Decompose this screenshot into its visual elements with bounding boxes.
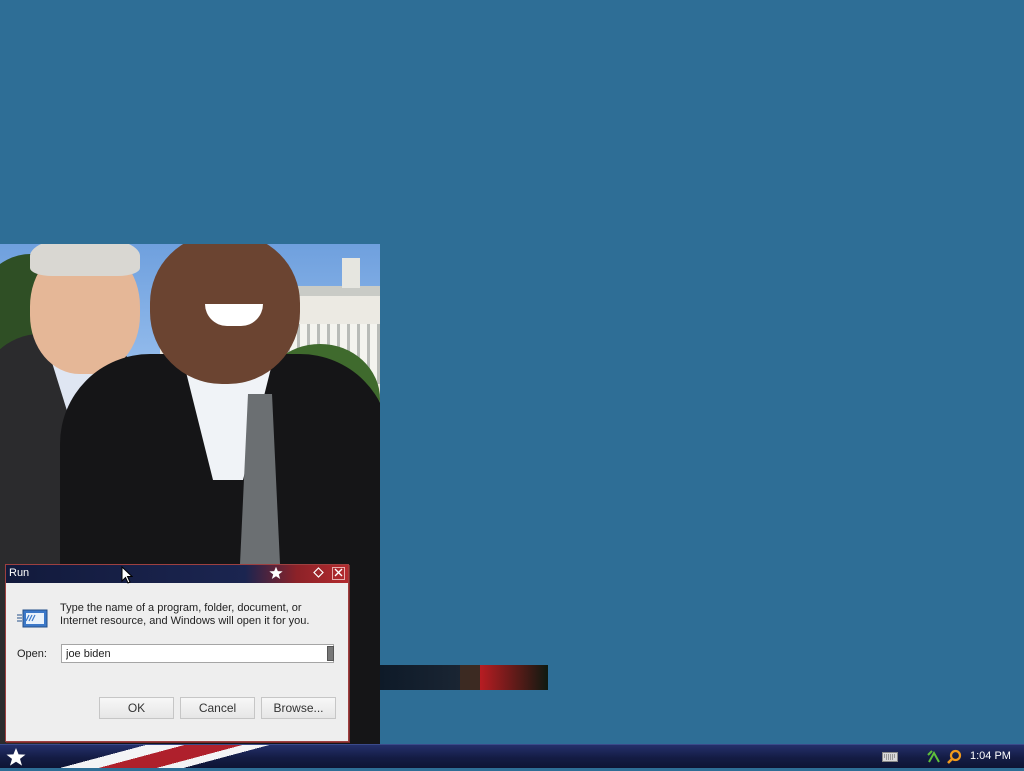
keyboard-icon[interactable]: [882, 752, 898, 762]
clock[interactable]: 1:04 PM: [970, 750, 1011, 762]
diamond-icon: [313, 567, 324, 578]
open-label: Open:: [17, 648, 47, 660]
run-dialog: Run Type the name of a program, folder, …: [5, 564, 349, 742]
taskbar-flag-decoration: [30, 745, 330, 768]
run-description: Type the name of a program, folder, docu…: [60, 602, 310, 627]
network-icon[interactable]: [926, 749, 942, 765]
star-icon: [269, 566, 283, 580]
search-icon[interactable]: [946, 749, 962, 765]
run-program-icon: [17, 609, 48, 628]
run-dialog-titlebar[interactable]: Run: [6, 565, 348, 583]
help-button[interactable]: [312, 567, 325, 580]
system-tray: 1:04 PM: [864, 745, 1024, 768]
run-dialog-title: Run: [9, 567, 30, 579]
close-button[interactable]: [332, 567, 345, 580]
wallpaper-fragment: [380, 665, 548, 690]
ok-button[interactable]: OK: [99, 697, 174, 719]
close-icon: [334, 568, 343, 577]
cancel-button[interactable]: Cancel: [180, 697, 255, 719]
open-input[interactable]: [61, 644, 334, 663]
open-dropdown-button[interactable]: [327, 646, 334, 661]
star-icon: [6, 748, 26, 766]
start-button[interactable]: [4, 747, 30, 767]
taskbar: 1:04 PM: [0, 744, 1024, 768]
browse-button[interactable]: Browse...: [261, 697, 336, 719]
mouse-cursor-icon: [121, 566, 133, 584]
